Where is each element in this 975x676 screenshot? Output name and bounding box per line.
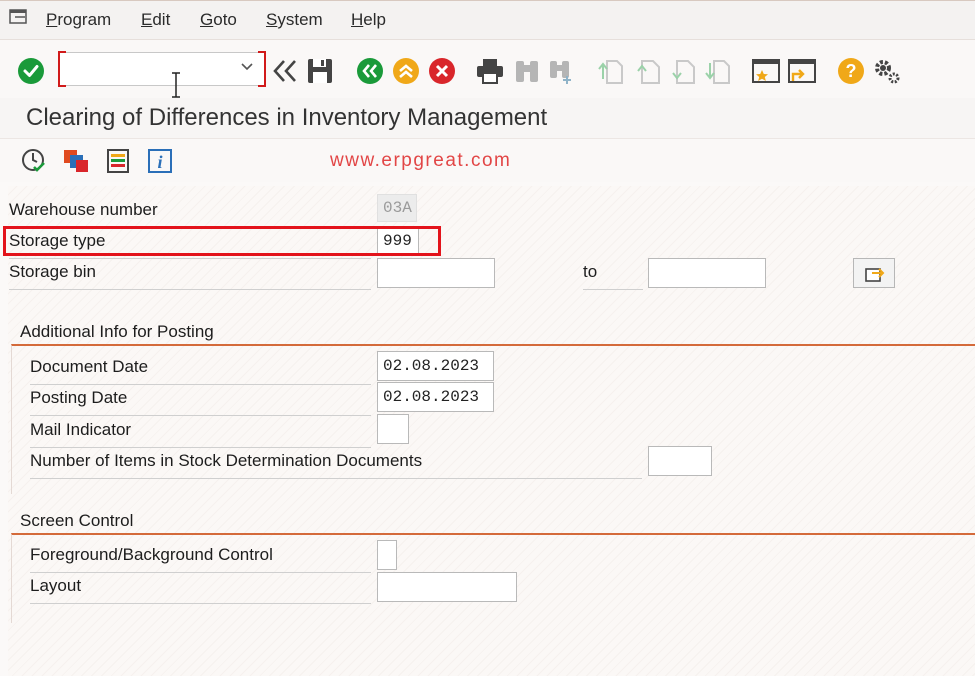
multiple-selection-icon xyxy=(865,268,885,282)
layout-field[interactable] xyxy=(377,572,517,602)
information-icon[interactable]: i xyxy=(147,148,173,174)
document-date-field[interactable]: 02.08.2023 xyxy=(377,351,494,381)
command-field[interactable] xyxy=(58,51,266,87)
screen-control-group-title: Screen Control xyxy=(20,511,134,530)
first-page-icon[interactable] xyxy=(597,57,625,85)
last-page-icon[interactable] xyxy=(704,57,732,85)
mail-indicator-checkbox[interactable] xyxy=(377,414,409,444)
storage-bin-to-field[interactable] xyxy=(648,258,766,288)
storage-bin-to-label: to xyxy=(583,262,643,290)
storage-bin-from-field[interactable] xyxy=(377,258,495,288)
mail-indicator-label: Mail Indicator xyxy=(30,420,371,448)
back-double-icon[interactable] xyxy=(271,58,299,84)
warehouse-number-field: 03A xyxy=(377,194,417,222)
fg-bg-control-label: Foreground/Background Control xyxy=(30,545,371,573)
layout-label: Layout xyxy=(30,576,371,604)
number-of-items-label: Number of Items in Stock Determination D… xyxy=(30,451,642,479)
next-page-icon[interactable] xyxy=(669,57,697,85)
menu-edit[interactable]: Edit xyxy=(141,10,170,30)
save-icon[interactable] xyxy=(306,57,334,85)
system-menu-icon[interactable] xyxy=(9,9,29,27)
print-icon[interactable] xyxy=(475,57,505,85)
menu-system[interactable]: System xyxy=(266,10,323,30)
help-icon[interactable]: ? xyxy=(837,57,865,85)
svg-text:?: ? xyxy=(846,61,857,81)
previous-page-icon[interactable] xyxy=(634,57,662,85)
back-icon[interactable] xyxy=(356,57,384,85)
warehouse-number-label: Warehouse number xyxy=(9,200,371,228)
shortcut-icon[interactable] xyxy=(787,57,817,85)
posting-date-field[interactable]: 02.08.2023 xyxy=(377,382,494,412)
text-cursor-icon xyxy=(172,72,180,98)
command-input[interactable] xyxy=(66,57,236,81)
exit-icon[interactable] xyxy=(392,57,420,85)
menu-program[interactable]: Program xyxy=(46,10,111,30)
document-date-label: Document Date xyxy=(30,357,371,385)
menu-goto[interactable]: Goto xyxy=(200,10,237,30)
find-next-icon[interactable] xyxy=(547,57,577,85)
multiple-selection-button[interactable] xyxy=(853,258,895,288)
storage-bin-label: Storage bin xyxy=(9,262,371,290)
posting-info-group-title: Additional Info for Posting xyxy=(20,322,214,341)
cancel-icon[interactable] xyxy=(428,57,456,85)
number-of-items-field[interactable] xyxy=(648,446,712,476)
create-session-icon[interactable] xyxy=(751,57,781,85)
menu-help[interactable]: Help xyxy=(351,10,386,30)
svg-text:i: i xyxy=(157,152,162,172)
find-icon[interactable] xyxy=(513,57,541,85)
storage-type-highlight xyxy=(3,226,441,256)
watermark-text: www.erpgreat.com xyxy=(330,150,512,171)
settings-icon[interactable] xyxy=(872,56,902,86)
execute-icon[interactable] xyxy=(21,148,47,174)
variants-icon[interactable] xyxy=(62,148,90,174)
enter-icon[interactable] xyxy=(17,57,45,85)
fg-bg-control-field[interactable] xyxy=(377,540,397,570)
menu-bar: Program Edit Goto System Help xyxy=(0,0,975,40)
posting-date-label: Posting Date xyxy=(30,388,371,416)
page-title: Clearing of Differences in Inventory Man… xyxy=(26,104,548,131)
selection-options-icon[interactable] xyxy=(106,148,130,174)
chevron-down-icon[interactable] xyxy=(240,62,254,72)
